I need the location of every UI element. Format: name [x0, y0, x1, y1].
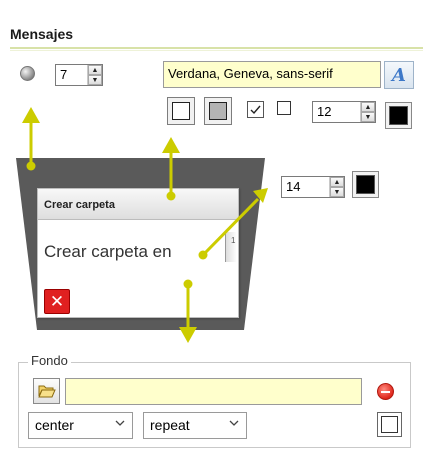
- preview-title: Crear carpeta: [38, 189, 238, 220]
- spin-down-icon[interactable]: ▼: [361, 112, 375, 122]
- spin-down-icon[interactable]: ▼: [330, 187, 344, 197]
- checkbox-empty-icon[interactable]: [277, 101, 291, 115]
- folder-open-icon: [37, 385, 56, 398]
- spin-down-icon[interactable]: ▼: [88, 75, 102, 85]
- title-font-size-value[interactable]: 14: [282, 177, 329, 197]
- chevron-down-icon: [114, 417, 126, 432]
- title-font-size-stepper[interactable]: 14 ▲ ▼: [281, 176, 345, 198]
- preview-body-text: Crear carpeta en: [44, 242, 172, 261]
- spin-up-icon[interactable]: ▲: [330, 177, 344, 187]
- spin-up-icon[interactable]: ▲: [361, 102, 375, 112]
- font-size-stepper[interactable]: 12 ▲ ▼: [312, 101, 376, 123]
- background-repeat-value: repeat: [150, 417, 190, 433]
- chevron-down-icon: [228, 417, 240, 432]
- background-color-fill: [381, 416, 398, 433]
- border-gray-icon: [209, 102, 227, 120]
- font-color-swatch[interactable]: [385, 102, 412, 129]
- background-position-select[interactable]: center: [28, 412, 133, 439]
- font-picker-icon: A: [392, 64, 406, 86]
- font-picker-button[interactable]: A: [384, 61, 414, 89]
- border-gray-button[interactable]: [204, 97, 232, 125]
- radius-value[interactable]: 7: [56, 65, 87, 85]
- border-none-button[interactable]: [167, 97, 195, 125]
- corner-radius-icon: [20, 66, 35, 81]
- background-position-value: center: [35, 417, 74, 433]
- close-icon: ✕: [44, 289, 70, 314]
- remove-icon[interactable]: [377, 383, 394, 400]
- font-size-value[interactable]: 12: [313, 102, 360, 122]
- section-divider-highlight: [10, 50, 423, 51]
- spin-up-icon[interactable]: ▲: [88, 65, 102, 75]
- border-none-icon: [172, 102, 190, 120]
- checkbox-checked-icon[interactable]: [247, 101, 264, 118]
- title-color-fill: [356, 175, 375, 194]
- preview-input-edge: 1: [225, 232, 237, 262]
- section-title: Mensajes: [10, 26, 74, 42]
- background-image-input[interactable]: [65, 378, 362, 405]
- preview-window: Crear carpeta Crear carpeta en 1 ✕: [37, 188, 239, 318]
- title-color-swatch[interactable]: [352, 171, 379, 198]
- font-family-input[interactable]: Verdana, Geneva, sans-serif: [163, 61, 381, 88]
- fondo-legend: Fondo: [28, 353, 71, 368]
- background-repeat-select[interactable]: repeat: [143, 412, 247, 439]
- section-divider: [10, 47, 423, 49]
- browse-background-button[interactable]: [33, 378, 60, 404]
- font-color-fill: [389, 106, 408, 125]
- background-color-swatch[interactable]: [377, 412, 402, 437]
- radius-stepper[interactable]: 7 ▲ ▼: [55, 64, 103, 86]
